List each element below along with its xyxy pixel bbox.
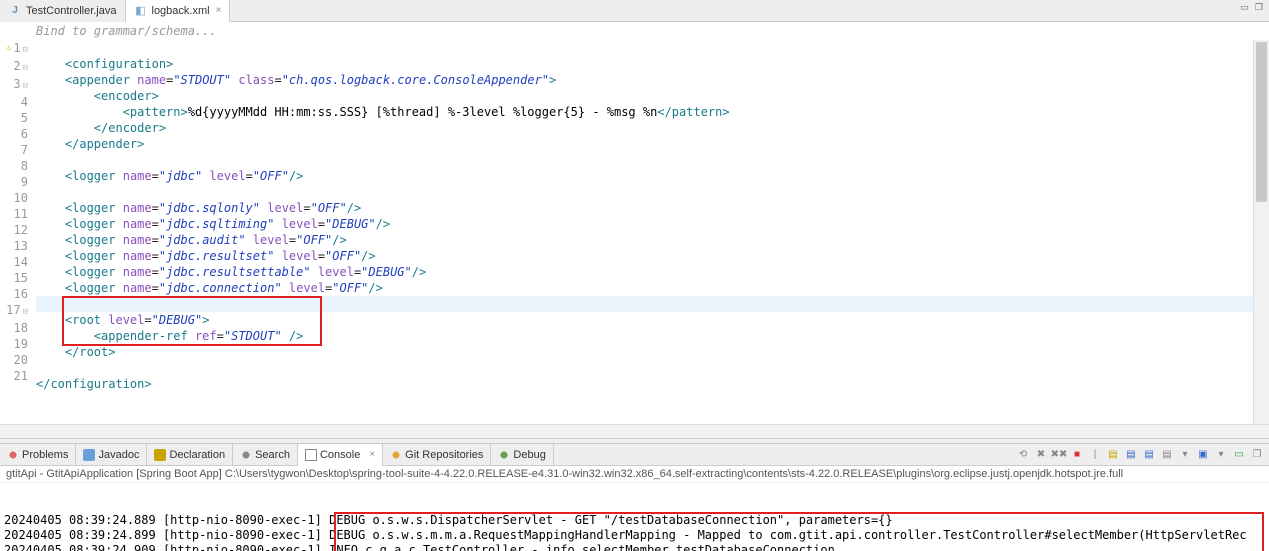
console-toolbar: ⟲ ✖ ✖✖ ■ | ▤ ▤ ▤ ▤ ▾ ▣ ▾ ▭ ❐ — [1015, 446, 1265, 462]
line-gutter: 123456789101112131415161718192021 — [0, 40, 34, 424]
tab-label: Git Repositories — [405, 449, 483, 461]
remove-all-icon[interactable]: ✖✖ — [1051, 446, 1067, 462]
code-line[interactable]: <encoder> — [36, 89, 159, 103]
editor-tabs: TestController.java logback.xml × ▭ ❐ — [0, 0, 1269, 22]
tab-label: TestController.java — [26, 5, 117, 17]
console-launch-title: gtitApi - GtitApiApplication [Spring Boo… — [0, 466, 1269, 483]
code-line[interactable]: <appender-ref ref="STDOUT" /> — [36, 329, 303, 343]
debug-icon — [498, 449, 510, 461]
scroll-lock-icon[interactable]: ⟲ — [1015, 446, 1031, 462]
code-line[interactable]: <logger name="jdbc.sqlonly" level="OFF"/… — [36, 201, 361, 215]
console-line: 20240405 08:39:24.909 [http-nio-8090-exe… — [4, 543, 1265, 551]
tab-declaration[interactable]: Declaration — [147, 444, 233, 466]
tab-problems[interactable]: Problems — [0, 444, 76, 466]
tab-testcontroller[interactable]: TestController.java — [0, 0, 126, 22]
problems-icon — [7, 449, 19, 461]
tab-label: Problems — [22, 449, 68, 461]
open-icon[interactable]: ▤ — [1159, 446, 1175, 462]
code-line[interactable]: <logger name="jdbc.audit" level="OFF"/> — [36, 233, 347, 247]
code-line[interactable]: </configuration> — [36, 377, 152, 391]
console-icon — [305, 449, 317, 461]
xml-file-icon — [134, 4, 148, 18]
java-file-icon — [8, 4, 22, 18]
show-icon[interactable]: ▤ — [1141, 446, 1157, 462]
terminate-icon[interactable]: ■ — [1069, 446, 1085, 462]
dropdown-icon[interactable]: ▾ — [1213, 446, 1229, 462]
grammar-hint[interactable]: Bind to grammar/schema... — [0, 22, 1269, 40]
close-icon[interactable]: × — [216, 5, 222, 16]
display-icon[interactable]: ▤ — [1123, 446, 1139, 462]
editor: 123456789101112131415161718192021 <confi… — [0, 40, 1269, 424]
minimize-icon[interactable]: ▭ — [1238, 2, 1251, 13]
code-line[interactable]: <logger name="jdbc.resultset" level="OFF… — [36, 249, 376, 263]
code-line[interactable]: </appender> — [36, 137, 144, 151]
git-icon — [390, 449, 402, 461]
tab-label: Search — [255, 449, 290, 461]
editor-minmax: ▭ ❐ — [1238, 2, 1265, 13]
vertical-scrollbar[interactable] — [1253, 40, 1269, 424]
new-console-icon[interactable]: ▣ — [1195, 446, 1211, 462]
code-line[interactable]: <appender name="STDOUT" class="ch.qos.lo… — [36, 73, 556, 87]
tab-label: Declaration — [169, 449, 225, 461]
tab-label: Debug — [513, 449, 545, 461]
tab-label: Javadoc — [98, 449, 139, 461]
code-line[interactable]: <logger name="jdbc.sqltiming" level="DEB… — [36, 217, 390, 231]
code-line[interactable]: <logger name="jdbc" level="OFF"/> — [36, 169, 303, 183]
tab-debug[interactable]: Debug — [491, 444, 553, 466]
declaration-icon — [154, 449, 166, 461]
tab-console[interactable]: Console × — [298, 444, 383, 466]
console-line: 20240405 08:39:24.889 [http-nio-8090-exe… — [4, 513, 1265, 528]
console-output[interactable]: 20240405 08:39:24.889 [http-nio-8090-exe… — [0, 483, 1269, 551]
tab-javadoc[interactable]: Javadoc — [76, 444, 147, 466]
scrollbar-thumb[interactable] — [1256, 42, 1267, 202]
close-icon[interactable]: × — [369, 449, 375, 460]
code-line[interactable]: <logger name="jdbc.connection" level="OF… — [36, 281, 383, 295]
code-line[interactable]: <pattern>%d{yyyyMMdd HH:mm:ss.SSS} [%thr… — [36, 105, 730, 119]
code-line[interactable]: </encoder> — [36, 121, 166, 135]
code-line[interactable] — [36, 296, 1253, 312]
tab-label: logback.xml — [152, 5, 210, 17]
tab-git[interactable]: Git Repositories — [383, 444, 491, 466]
search-icon — [240, 449, 252, 461]
sep: | — [1087, 446, 1103, 462]
javadoc-icon — [83, 449, 95, 461]
console-line: 20240405 08:39:24.899 [http-nio-8090-exe… — [4, 528, 1265, 543]
min-icon[interactable]: ▭ — [1231, 446, 1247, 462]
tab-label: Console — [320, 449, 360, 461]
horizontal-scrollbar[interactable] — [0, 424, 1269, 438]
views-tabs: Problems Javadoc Declaration Search Cons… — [0, 444, 1269, 466]
tab-search[interactable]: Search — [233, 444, 298, 466]
pin-icon[interactable]: ▤ — [1105, 446, 1121, 462]
max-icon[interactable]: ❐ — [1249, 446, 1265, 462]
code-area[interactable]: <configuration> <appender name="STDOUT" … — [34, 40, 1253, 424]
tab-logback[interactable]: logback.xml × — [126, 0, 231, 22]
code-line[interactable]: <root level="DEBUG"> — [36, 313, 209, 327]
dropdown-icon[interactable]: ▾ — [1177, 446, 1193, 462]
maximize-icon[interactable]: ❐ — [1253, 2, 1265, 13]
code-line[interactable]: </root> — [36, 345, 115, 359]
clear-icon[interactable]: ✖ — [1033, 446, 1049, 462]
code-line[interactable]: <configuration> — [65, 57, 173, 71]
code-line[interactable]: <logger name="jdbc.resultsettable" level… — [36, 265, 426, 279]
